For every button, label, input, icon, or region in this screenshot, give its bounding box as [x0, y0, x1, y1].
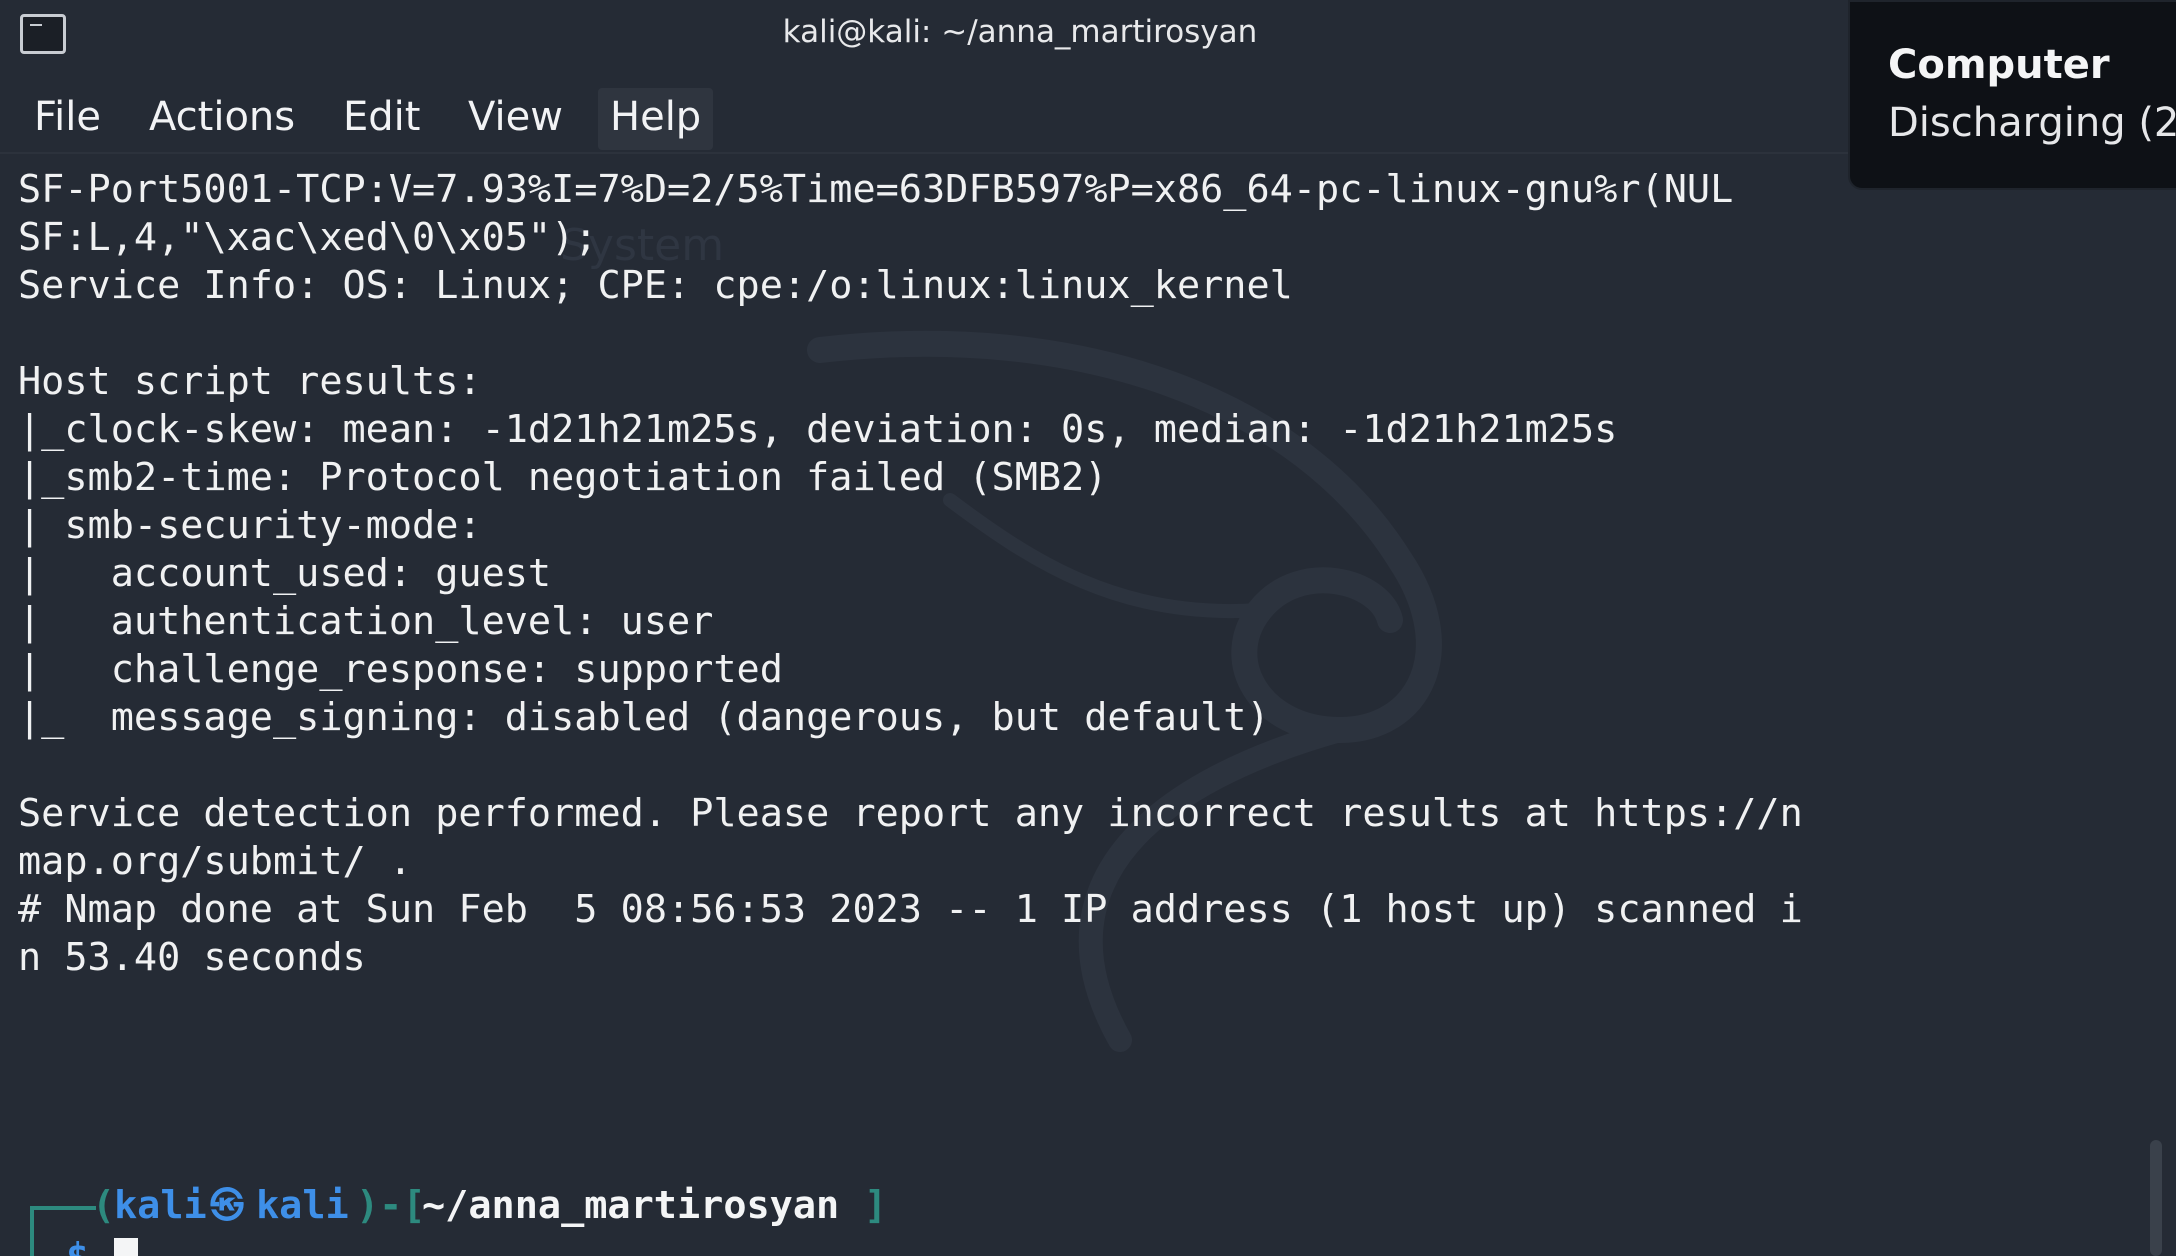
prompt-close-bracket: )-[ — [356, 1183, 426, 1228]
shell-prompt: ( kali ㉿ kali )-[ ~/anna_martirosyan ] $ — [18, 1178, 918, 1256]
terminal-line: map.org/submit/ . — [18, 839, 413, 884]
notification-body: Discharging (25 — [1888, 100, 2176, 146]
menu-help[interactable]: Help — [598, 88, 714, 150]
window-title: kali@kali: ~/anna_martirosyan — [782, 14, 1258, 50]
terminal-line: SF:L,4,"\xac\xed\0\x05"); — [18, 215, 598, 260]
prompt-at-symbol: ㉿ — [210, 1186, 244, 1226]
terminal-line: | challenge_response: supported — [18, 647, 783, 692]
terminal-line: |_ message_signing: disabled (dangerous,… — [18, 695, 1270, 740]
menu-actions[interactable]: Actions — [137, 88, 307, 150]
text-cursor[interactable] — [114, 1238, 138, 1256]
terminal-line: SF-Port5001-TCP:V=7.93%I=7%D=2/5%Time=63… — [18, 167, 1734, 212]
prompt-path-close: ] — [864, 1183, 888, 1228]
terminal-line: Host script results: — [18, 359, 482, 404]
menu-view[interactable]: View — [456, 88, 575, 150]
terminal-line: n 53.40 seconds — [18, 935, 366, 980]
terminal-line: Service Info: OS: Linux; CPE: cpe:/o:lin… — [18, 263, 1293, 308]
prompt-host: kali — [256, 1183, 349, 1228]
battery-notification[interactable]: Computer Discharging (25 — [1848, 0, 2176, 190]
prompt-open-paren: ( — [92, 1183, 116, 1228]
terminal-line: |_smb2-time: Protocol negotiation failed… — [18, 455, 1108, 500]
terminal-line: |_clock-skew: mean: -1d21h21m25s, deviat… — [18, 407, 1618, 452]
menu-edit[interactable]: Edit — [331, 88, 432, 150]
notification-title: Computer — [1888, 42, 2110, 88]
terminal-line: # Nmap done at Sun Feb 5 08:56:53 2023 -… — [18, 887, 1803, 932]
prompt-path: ~/anna_martirosyan — [422, 1183, 840, 1228]
menu-file[interactable]: File — [22, 88, 113, 150]
terminal-window: System kali@kali: ~/anna_martirosyan × F… — [0, 0, 2176, 1256]
terminal-line: | smb-security-mode: — [18, 503, 482, 548]
terminal-line: Service detection performed. Please repo… — [18, 791, 1803, 836]
prompt-symbol: $ — [66, 1230, 89, 1256]
prompt-user: kali — [114, 1183, 207, 1228]
prompt-frame — [30, 1206, 70, 1256]
terminal-output[interactable]: SF-Port5001-TCP:V=7.93%I=7%D=2/5%Time=63… — [0, 154, 2130, 1256]
terminal-line: | account_used: guest — [18, 551, 552, 596]
terminal-line: | authentication_level: user — [18, 599, 714, 644]
scrollbar-thumb[interactable] — [2150, 1140, 2162, 1256]
